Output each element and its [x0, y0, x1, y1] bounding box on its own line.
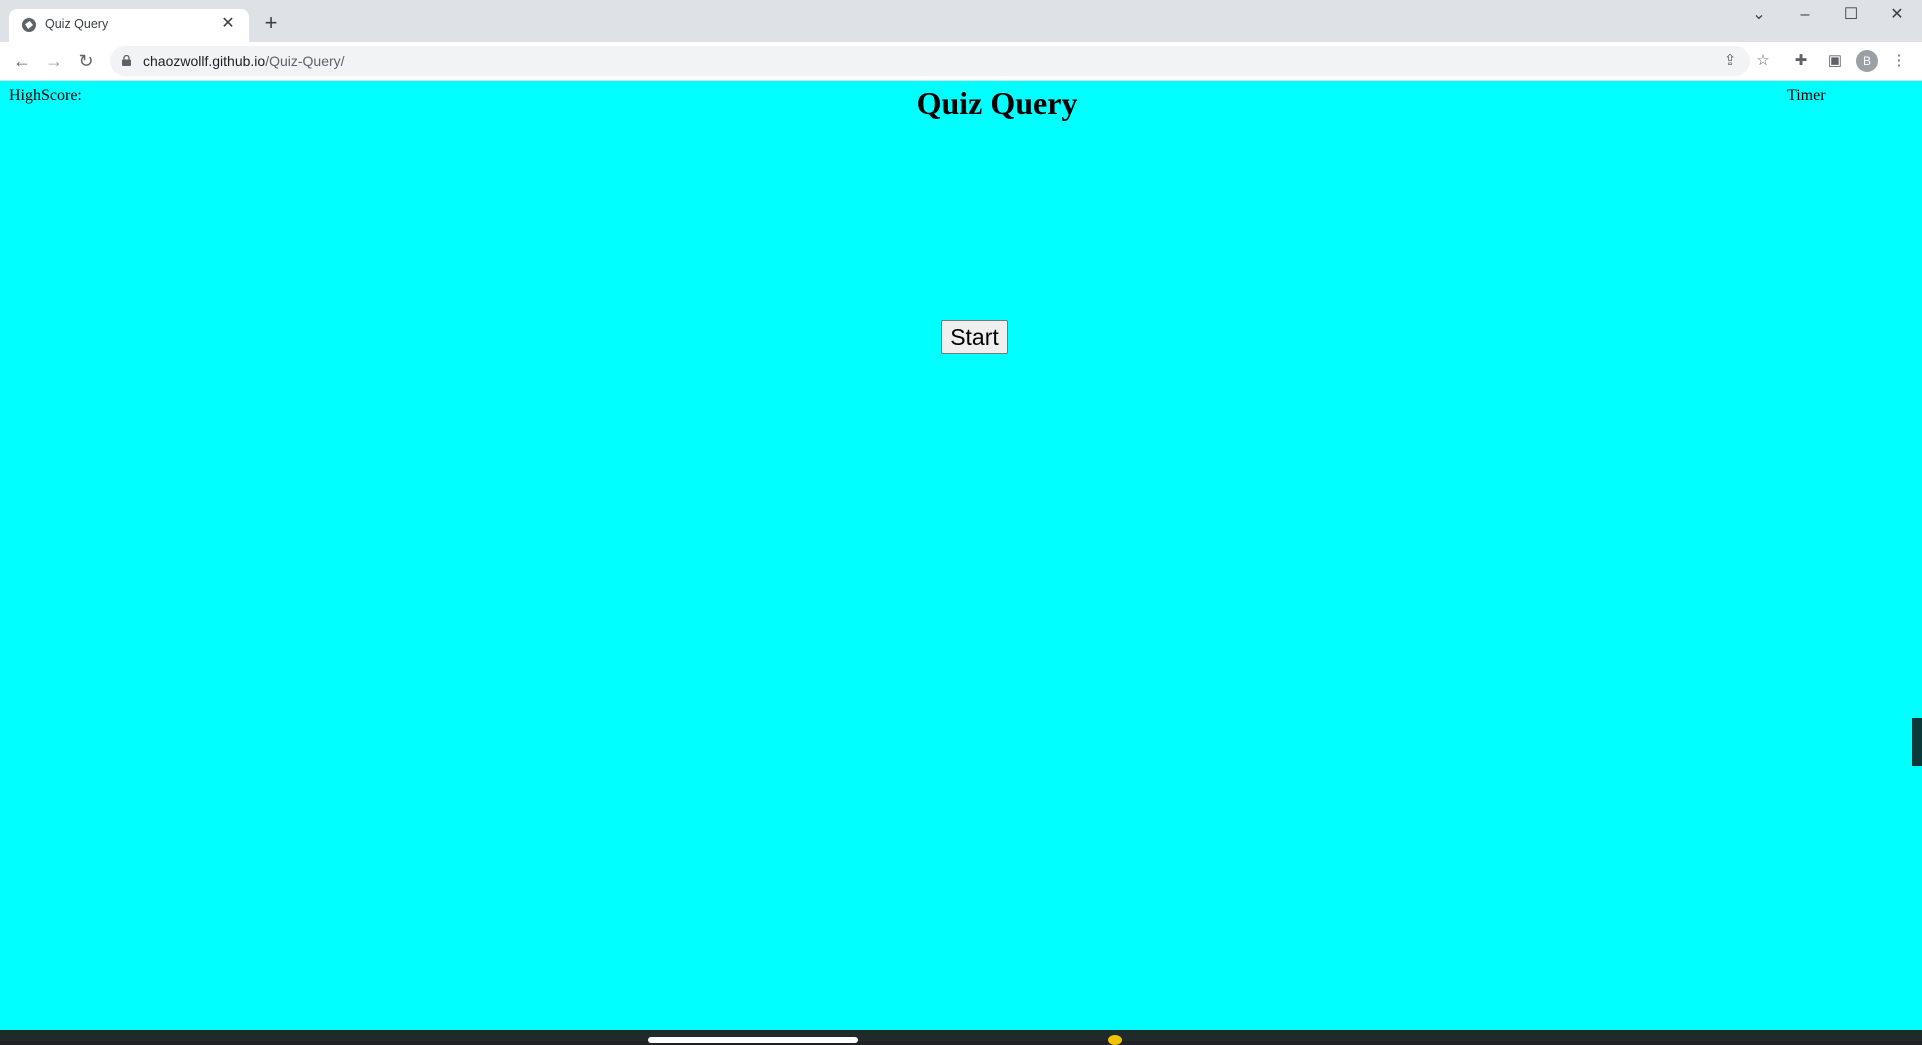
tab-strip: Quiz Query ✕ + ⌄ – ☐ ✕: [0, 0, 1922, 42]
page-title: Quiz Query: [916, 85, 1078, 121]
lock-icon: [122, 55, 131, 66]
browser-toolbar: ← → ↻ chaozwollf.github.io/Quiz-Query/ ⇪…: [0, 42, 1922, 81]
menu-icon[interactable]: ⋮: [1889, 51, 1909, 71]
url-path: /Quiz-Query/: [265, 53, 345, 69]
url-host: chaozwollf.github.io: [143, 53, 266, 69]
address-bar[interactable]: chaozwollf.github.io/Quiz-Query/: [110, 46, 1750, 76]
globe-icon: [22, 18, 36, 32]
scrollbar-thumb[interactable]: [1912, 718, 1922, 766]
taskbar: [0, 1030, 1922, 1045]
taskbar-search[interactable]: [648, 1037, 858, 1043]
page-viewport: HighScore: Quiz Query Timer Start: [0, 81, 1922, 1030]
extensions-icon[interactable]: ✚: [1791, 51, 1811, 71]
star-icon[interactable]: ☆: [1753, 51, 1773, 71]
taskbar-app-icon[interactable]: [1108, 1035, 1122, 1045]
url-text: chaozwollf.github.io/Quiz-Query/: [143, 53, 345, 69]
back-arrow-icon[interactable]: ←: [10, 49, 34, 73]
timer-label: Timer: [1787, 87, 1826, 104]
share-icon[interactable]: ⇪: [1720, 51, 1740, 71]
side-panel-icon[interactable]: ▣: [1825, 51, 1845, 71]
minimize-icon[interactable]: –: [1785, 4, 1825, 26]
plus-icon[interactable]: +: [260, 12, 282, 35]
close-window-icon[interactable]: ✕: [1877, 4, 1917, 26]
maximize-icon[interactable]: ☐: [1831, 4, 1871, 26]
browser-window: Quiz Query ✕ + ⌄ – ☐ ✕ ← → ↻ chaozwollf.…: [0, 0, 1922, 1045]
chevron-down-icon[interactable]: ⌄: [1739, 4, 1779, 26]
start-button[interactable]: Start: [941, 320, 1008, 354]
close-icon[interactable]: ✕: [219, 15, 237, 33]
profile-avatar[interactable]: B: [1856, 50, 1878, 72]
reload-icon[interactable]: ↻: [74, 49, 98, 73]
forward-arrow-icon[interactable]: →: [42, 49, 66, 73]
tab-title: Quiz Query: [45, 17, 109, 31]
browser-tab[interactable]: Quiz Query ✕: [9, 9, 249, 42]
